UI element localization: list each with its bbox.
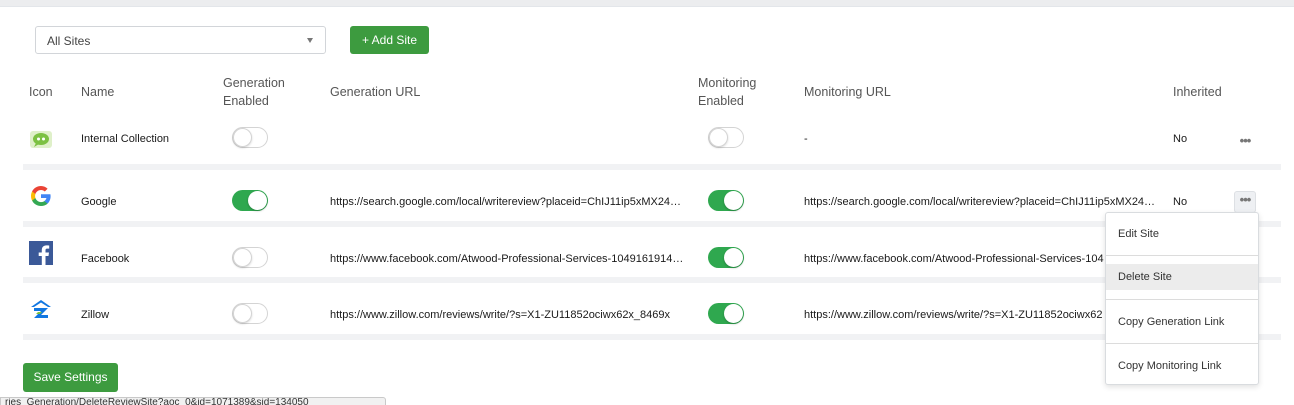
toggle-knob — [724, 248, 743, 267]
generation-url: https://search.google.com/local/writerev… — [330, 196, 682, 208]
toggle-knob — [233, 248, 252, 267]
chevron-down-icon — [307, 38, 313, 43]
site-name: Internal Collection — [81, 133, 170, 145]
chat-bubble-icon — [29, 127, 53, 151]
col-mon-enabled-header: Monitoring Enabled — [698, 74, 756, 110]
inherited-value: No — [1173, 196, 1188, 208]
toggle-knob — [724, 304, 743, 323]
menu-item-copy-monitoring-link[interactable]: Copy Monitoring Link — [1106, 353, 1258, 379]
site-name: Facebook — [81, 253, 130, 265]
row-actions-menu: Edit Site Delete Site Copy Generation Li… — [1105, 212, 1259, 385]
monitoring-enabled-toggle[interactable] — [708, 190, 744, 211]
google-icon — [29, 184, 53, 208]
toggle-knob — [233, 128, 252, 147]
monitoring-enabled-toggle[interactable] — [708, 127, 744, 148]
inherited-value: No — [1173, 133, 1188, 145]
site-filter-value: All Sites — [47, 34, 91, 48]
menu-divider — [1106, 343, 1258, 344]
add-site-button[interactable]: + Add Site — [350, 26, 429, 54]
col-name-header: Name — [81, 85, 115, 99]
col-icon-header: Icon — [29, 85, 53, 99]
generation-url: https://www.zillow.com/reviews/write/?s=… — [330, 309, 671, 321]
col-gen-enabled-header: Generation Enabled — [223, 74, 285, 110]
monitoring-url: https://www.facebook.com/Atwood-Professi… — [804, 253, 1104, 265]
col-gen-url-header: Generation URL — [330, 85, 421, 99]
toggle-knob — [724, 191, 743, 210]
row-separator — [23, 221, 1281, 227]
header-line: Monitoring — [698, 76, 757, 90]
site-filter-select[interactable]: All Sites — [35, 26, 326, 54]
generation-enabled-toggle[interactable] — [232, 247, 268, 268]
generation-enabled-toggle[interactable] — [232, 127, 268, 148]
menu-divider — [1106, 255, 1258, 256]
monitoring-url: https://www.zillow.com/reviews/write/?s=… — [804, 309, 1103, 321]
sites-panel: All Sites + Add Site Icon Name Generatio… — [0, 6, 1294, 405]
monitoring-enabled-toggle[interactable] — [708, 303, 744, 324]
generation-url: https://www.facebook.com/Atwood-Professi… — [330, 253, 684, 265]
menu-item-copy-generation-link[interactable]: Copy Generation Link — [1106, 309, 1258, 335]
link-status-bar: ries_Generation/DeleteReviewSite?aoc_0&i… — [0, 397, 386, 405]
monitoring-url: - — [804, 133, 808, 145]
row-actions-button[interactable]: ••• — [1234, 191, 1256, 213]
toggle-knob — [233, 304, 252, 323]
header-line: Generation — [223, 76, 285, 90]
header-line: Enabled — [698, 94, 744, 108]
row-separator — [23, 164, 1281, 170]
toggle-knob — [709, 128, 728, 147]
site-name: Zillow — [81, 309, 110, 321]
toggle-knob — [248, 191, 267, 210]
row-separator — [23, 334, 1281, 340]
row-actions-button[interactable]: ••• — [1234, 133, 1256, 155]
col-inherited-header: Inherited — [1173, 85, 1222, 99]
monitoring-enabled-toggle[interactable] — [708, 247, 744, 268]
row-separator — [23, 277, 1281, 283]
save-settings-button[interactable]: Save Settings — [23, 363, 118, 392]
col-mon-url-header: Monitoring URL — [804, 85, 891, 99]
menu-item-delete-site[interactable]: Delete Site — [1106, 264, 1258, 290]
site-name: Google — [81, 196, 117, 208]
facebook-icon — [29, 241, 53, 265]
generation-enabled-toggle[interactable] — [232, 190, 268, 211]
zillow-icon — [29, 297, 53, 321]
generation-enabled-toggle[interactable] — [232, 303, 268, 324]
header-line: Enabled — [223, 94, 269, 108]
menu-divider — [1106, 299, 1258, 300]
menu-item-edit-site[interactable]: Edit Site — [1106, 221, 1258, 247]
monitoring-url: https://search.google.com/local/writerev… — [804, 196, 1156, 208]
